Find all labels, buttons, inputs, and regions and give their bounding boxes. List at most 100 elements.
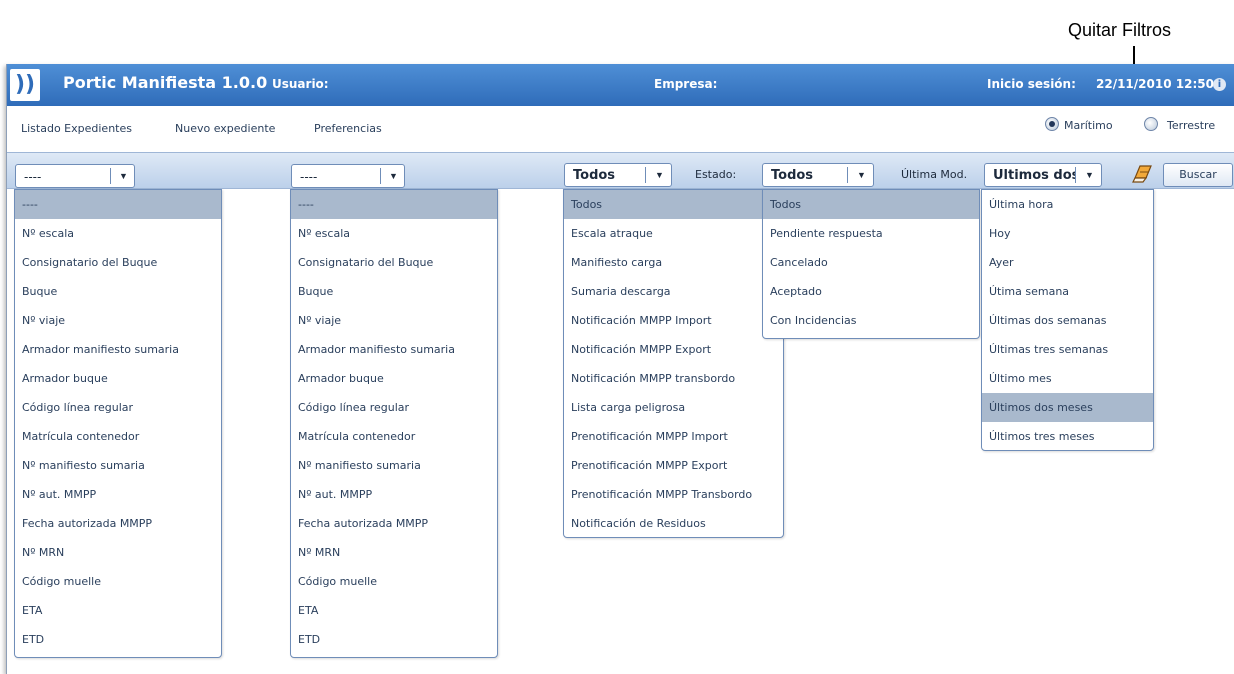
dropdown-option[interactable]: Matrícula contenedor <box>291 422 497 451</box>
quitar-filtros-annotation: Quitar Filtros <box>1068 20 1172 40</box>
dropdown-option[interactable]: Fecha autorizada MMPP <box>291 509 497 538</box>
dropdown-option[interactable]: ---- <box>15 190 221 219</box>
estado-options-list: Todos Pendiente respuesta Cancelado Aceptad… <box>762 189 980 339</box>
dropdown-option[interactable]: Nº viaje <box>15 306 221 335</box>
dropdown-option[interactable]: Notificación MMPP Import <box>564 306 783 335</box>
dropdown-option[interactable]: Última hora <box>982 190 1153 219</box>
nav-nuevo-expediente[interactable]: Nuevo expediente <box>175 122 275 135</box>
radio-terrestre-label[interactable]: Terrestre <box>1167 119 1215 132</box>
combo-divider <box>847 167 848 183</box>
inicio-sesion-label: Inicio sesión: <box>987 77 1076 91</box>
dropdown-option[interactable]: Código muelle <box>291 567 497 596</box>
dropdown-option[interactable]: Nº manifiesto sumaria <box>15 451 221 480</box>
dropdown-option[interactable]: Matrícula contenedor <box>15 422 221 451</box>
field-select-2-value: ---- <box>300 170 318 184</box>
dropdown-option[interactable]: Último mes <box>982 364 1153 393</box>
tipo-select-value: Todos <box>573 168 616 183</box>
chevron-down-icon[interactable]: ▼ <box>1085 170 1094 180</box>
dropdown-option[interactable]: Armador buque <box>291 364 497 393</box>
chevron-down-icon[interactable]: ▼ <box>119 171 128 181</box>
dropdown-option[interactable]: Con Incidencias <box>763 306 979 335</box>
dropdown-option[interactable]: Nº MRN <box>15 538 221 567</box>
ultima-mod-label: Última Mod. <box>901 168 968 181</box>
nav-listado-expedientes[interactable]: Listado Expedientes <box>21 122 132 135</box>
eraser-icon[interactable] <box>1131 162 1155 184</box>
dropdown-option[interactable]: Prenotificación MMPP Transbordo <box>564 480 783 509</box>
dropdown-option[interactable]: Pendiente respuesta <box>763 219 979 248</box>
dropdown-option[interactable]: Lista carga peligrosa <box>564 393 783 422</box>
combo-divider <box>380 168 381 184</box>
dropdown-option[interactable]: Hoy <box>982 219 1153 248</box>
dropdown-option[interactable]: Consignatario del Buque <box>291 248 497 277</box>
dropdown-option[interactable]: Nº aut. MMPP <box>15 480 221 509</box>
dropdown-option[interactable]: ETA <box>291 596 497 625</box>
estado-select[interactable]: Todos ▼ <box>762 163 874 187</box>
dropdown-option[interactable]: Últimos tres meses <box>982 422 1153 451</box>
dropdown-option[interactable]: Armador buque <box>15 364 221 393</box>
dropdown-option[interactable]: Últimas dos semanas <box>982 306 1153 335</box>
dropdown-option[interactable]: Últimas tres semanas <box>982 335 1153 364</box>
dropdown-option[interactable]: Código línea regular <box>15 393 221 422</box>
chevron-down-icon[interactable]: ▼ <box>655 170 664 180</box>
dropdown-option[interactable]: Últimos dos meses <box>982 393 1153 422</box>
ultima-mod-options-list: Última hora Hoy Ayer Útima semana Últimas do… <box>981 189 1154 451</box>
radio-terrestre[interactable] <box>1144 117 1158 131</box>
dropdown-option[interactable]: Escala atraque <box>564 219 783 248</box>
dropdown-option[interactable]: Armador manifiesto sumaria <box>291 335 497 364</box>
dropdown-option[interactable]: Notificación de Residuos <box>564 509 783 538</box>
dropdown-option[interactable]: Código línea regular <box>291 393 497 422</box>
dropdown-option[interactable]: Prenotificación MMPP Import <box>564 422 783 451</box>
dropdown-option[interactable]: Todos <box>763 190 979 219</box>
dropdown-option[interactable]: Todos <box>564 190 783 219</box>
info-icon[interactable]: i <box>1213 78 1226 91</box>
estado-select-value: Todos <box>771 168 814 183</box>
chevron-down-icon[interactable]: ▼ <box>389 171 398 181</box>
combo-divider <box>110 168 111 184</box>
dropdown-option[interactable]: Armador manifiesto sumaria <box>15 335 221 364</box>
dropdown-option[interactable]: Nº aut. MMPP <box>291 480 497 509</box>
dropdown-option[interactable]: Consignatario del Buque <box>15 248 221 277</box>
dropdown-option[interactable]: ---- <box>291 190 497 219</box>
dropdown-option[interactable]: Ayer <box>982 248 1153 277</box>
chevron-down-icon[interactable]: ▼ <box>857 170 866 180</box>
field-select-1[interactable]: ---- ▼ <box>15 164 135 188</box>
empresa-label: Empresa: <box>654 77 718 91</box>
field-select-2[interactable]: ---- ▼ <box>291 164 405 188</box>
app-title: Portic Manifiesta 1.0.0 <box>63 73 268 92</box>
dropdown-option[interactable]: ETA <box>15 596 221 625</box>
field-select-1-value: ---- <box>24 170 42 184</box>
dropdown-option[interactable]: Nº manifiesto sumaria <box>291 451 497 480</box>
ultima-mod-select-value: Últimos dos <box>993 168 1075 183</box>
nav-preferencias[interactable]: Preferencias <box>314 122 382 135</box>
buscar-button[interactable]: Buscar <box>1163 163 1233 187</box>
dropdown-option[interactable]: Código muelle <box>15 567 221 596</box>
user-label: Usuario: <box>272 77 329 91</box>
dropdown-option[interactable]: Notificación MMPP transbordo <box>564 364 783 393</box>
dropdown-option[interactable]: ETD <box>291 625 497 654</box>
dropdown-option[interactable]: Sumaria descarga <box>564 277 783 306</box>
dropdown-option[interactable]: Buque <box>15 277 221 306</box>
dropdown-option[interactable]: ETD <box>15 625 221 654</box>
dropdown-option[interactable]: Fecha autorizada MMPP <box>15 509 221 538</box>
field-options-list-1: ---- Nº escala Consignatario del Buque Buqu… <box>14 189 222 658</box>
dropdown-option[interactable]: Notificación MMPP Export <box>564 335 783 364</box>
ultima-mod-select[interactable]: Últimos dos ▼ <box>984 163 1102 187</box>
tipo-select[interactable]: Todos ▼ <box>564 163 672 187</box>
dropdown-option[interactable]: Nº MRN <box>291 538 497 567</box>
dropdown-option[interactable]: Manifiesto carga <box>564 248 783 277</box>
radio-maritimo[interactable] <box>1045 117 1059 131</box>
radio-maritimo-label[interactable]: Marítimo <box>1064 119 1113 132</box>
combo-divider <box>1075 167 1076 183</box>
dropdown-option[interactable]: Nº escala <box>291 219 497 248</box>
dropdown-option[interactable]: Nº viaje <box>291 306 497 335</box>
field-options-list-2: ---- Nº escala Consignatario del Buque Buqu… <box>290 189 498 658</box>
dropdown-option[interactable]: Aceptado <box>763 277 979 306</box>
app-logo: )) <box>10 69 40 101</box>
tipo-options-list: Todos Escala atraque Manifiesto carga Sumar… <box>563 189 784 538</box>
estado-label: Estado: <box>695 168 737 181</box>
dropdown-option[interactable]: Buque <box>291 277 497 306</box>
dropdown-option[interactable]: Nº escala <box>15 219 221 248</box>
dropdown-option[interactable]: Prenotificación MMPP Export <box>564 451 783 480</box>
dropdown-option[interactable]: Útima semana <box>982 277 1153 306</box>
dropdown-option[interactable]: Cancelado <box>763 248 979 277</box>
